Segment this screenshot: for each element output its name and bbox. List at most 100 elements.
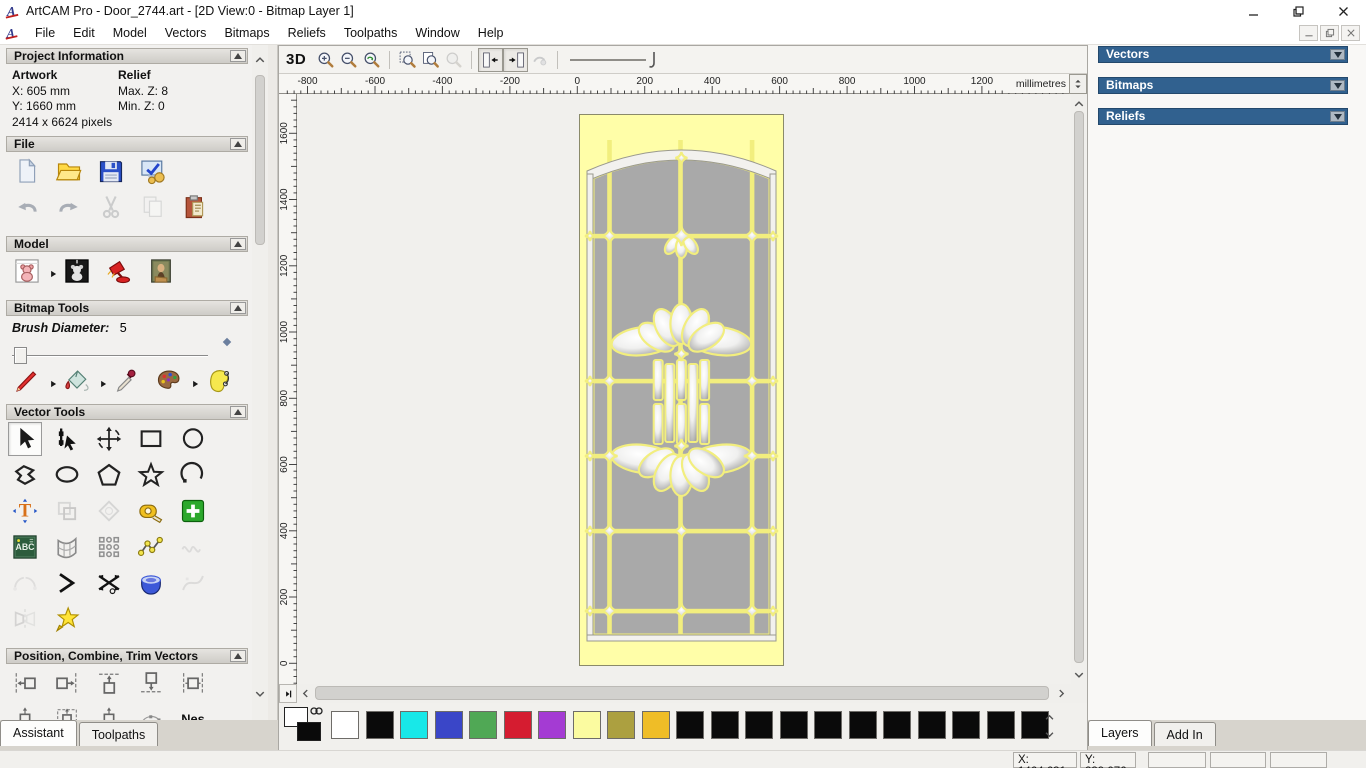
undo-button[interactable]	[10, 190, 44, 224]
child-close-button[interactable]	[1341, 25, 1360, 41]
ellipse-tool-button[interactable]	[50, 458, 84, 492]
star-tool-button[interactable]	[134, 458, 168, 492]
toggle-right-panel-button[interactable]	[503, 47, 529, 72]
primary-secondary-colours[interactable]	[284, 707, 330, 747]
door-design-artwork[interactable]	[579, 114, 784, 666]
align-left-button[interactable]	[8, 666, 42, 700]
scroll-left-icon[interactable]	[297, 684, 313, 703]
text-table-button[interactable]: ABC	[8, 530, 42, 564]
flyout-arrow-icon[interactable]	[190, 376, 200, 388]
zoom-object-button[interactable]	[442, 48, 465, 72]
palette-swatch-17[interactable]	[917, 711, 946, 739]
palette-swatch-13[interactable]	[779, 711, 808, 739]
palette-swatch-18[interactable]	[952, 711, 980, 739]
brush-slider-handle[interactable]	[14, 347, 27, 364]
polygon-tool-button[interactable]	[92, 458, 126, 492]
file-section-header[interactable]: File	[6, 136, 248, 152]
palette-swatch-6[interactable]	[538, 711, 566, 739]
project-information-header[interactable]: Project Information	[6, 48, 248, 64]
drawing-canvas[interactable]	[297, 94, 1071, 684]
menu-toolpaths[interactable]: Toolpaths	[335, 23, 407, 43]
menu-window[interactable]: Window	[406, 23, 468, 43]
center-page-button[interactable]	[50, 702, 84, 720]
restore-button[interactable]	[1276, 0, 1321, 22]
scroll-right-icon[interactable]	[1053, 684, 1069, 703]
colour-picker-button[interactable]	[110, 364, 144, 398]
offset-tool-button[interactable]	[50, 494, 84, 528]
align-center-v-button[interactable]	[8, 702, 42, 720]
align-bottom-button[interactable]	[134, 666, 168, 700]
model-section-header[interactable]: Model	[6, 236, 248, 252]
palette-swatch-9[interactable]	[641, 711, 670, 739]
link-colours-icon[interactable]	[309, 703, 324, 715]
palette-swatch-4[interactable]	[469, 711, 497, 739]
block-paste-button[interactable]	[92, 530, 126, 564]
copy-button[interactable]	[136, 190, 170, 224]
vertical-scrollbar[interactable]	[1071, 94, 1087, 684]
flyout-arrow-icon[interactable]	[48, 266, 58, 278]
scroll-down-icon[interactable]	[1071, 666, 1087, 684]
palette-swatch-5[interactable]	[503, 711, 532, 739]
redo-button[interactable]	[52, 190, 86, 224]
trim-tool-button[interactable]	[92, 566, 126, 600]
child-minimize-button[interactable]	[1299, 25, 1318, 41]
menu-help[interactable]: Help	[469, 23, 513, 43]
paste-button[interactable]	[178, 190, 212, 224]
bitmaps-section-header[interactable]: Bitmaps	[1098, 77, 1348, 94]
bmp-vector-button[interactable]	[202, 364, 236, 398]
panel-splitter[interactable]	[268, 45, 278, 750]
palette-swatch-2[interactable]	[400, 711, 428, 739]
collapse-button[interactable]	[230, 238, 246, 250]
palette-swatch-14[interactable]	[814, 711, 842, 739]
close-button[interactable]	[1321, 0, 1366, 22]
expand-button[interactable]	[1330, 111, 1345, 122]
tab-layers[interactable]: Layers	[1088, 720, 1152, 746]
palette-icon-button[interactable]	[152, 364, 186, 398]
palette-swatch-0[interactable]	[331, 711, 359, 739]
paint-brush-button[interactable]	[10, 364, 44, 398]
palette-swatch-16[interactable]	[883, 711, 911, 739]
align-center-v-button[interactable]	[92, 702, 126, 720]
flyout-arrow-icon[interactable]	[98, 376, 108, 388]
tab-add-in[interactable]: Add In	[1153, 722, 1216, 746]
text-tool-button[interactable]: T	[8, 494, 42, 528]
palette-swatch-10[interactable]	[676, 711, 704, 739]
palette-swatch-7[interactable]	[572, 711, 601, 739]
transform-button[interactable]	[92, 422, 126, 456]
reliefs-section-header[interactable]: Reliefs	[1098, 108, 1348, 125]
scrollbar-thumb[interactable]	[1074, 111, 1084, 663]
toggle-3d-view-button[interactable]: 3D	[286, 51, 306, 68]
flyout-diamond-icon[interactable]	[222, 337, 232, 347]
pan-view-button[interactable]	[528, 48, 551, 72]
collapse-button[interactable]	[230, 138, 246, 150]
rect-tool-button[interactable]	[134, 422, 168, 456]
weld-tool-button[interactable]	[134, 566, 168, 600]
palette-swatch-11[interactable]	[710, 711, 739, 739]
doc-new-button[interactable]	[10, 154, 44, 188]
menu-model[interactable]: Model	[104, 23, 156, 43]
fit-polyline-button[interactable]	[134, 530, 168, 564]
zoom-last-button[interactable]	[360, 48, 383, 72]
circle-tool-button[interactable]	[176, 422, 210, 456]
assistant-scrollbar[interactable]	[252, 45, 268, 712]
model-size-button[interactable]	[10, 254, 44, 288]
collapse-button[interactable]	[230, 302, 246, 314]
palette-swatch-15[interactable]	[848, 711, 877, 739]
scroll-down-icon[interactable]	[252, 685, 268, 703]
units-spinner-button[interactable]	[1069, 74, 1087, 94]
flyout-arrow-icon[interactable]	[48, 376, 58, 388]
select-button[interactable]	[8, 422, 42, 456]
fit-arcs-button[interactable]	[8, 566, 42, 600]
menu-reliefs[interactable]: Reliefs	[279, 23, 335, 43]
toggle-left-panel-button[interactable]	[478, 47, 504, 72]
palette-scroll-down-icon[interactable]	[1041, 727, 1057, 741]
load-bitmap-button[interactable]	[144, 254, 178, 288]
cut-button[interactable]	[94, 190, 128, 224]
palette-swatch-1[interactable]	[365, 711, 394, 739]
palette-swatch-12[interactable]	[745, 711, 773, 739]
mirror-merge-button[interactable]	[8, 602, 42, 636]
model-check-button[interactable]	[136, 154, 170, 188]
arc-tool-button[interactable]	[176, 458, 210, 492]
collapse-button[interactable]	[230, 406, 246, 418]
brush-diameter-slider[interactable]	[12, 337, 232, 364]
